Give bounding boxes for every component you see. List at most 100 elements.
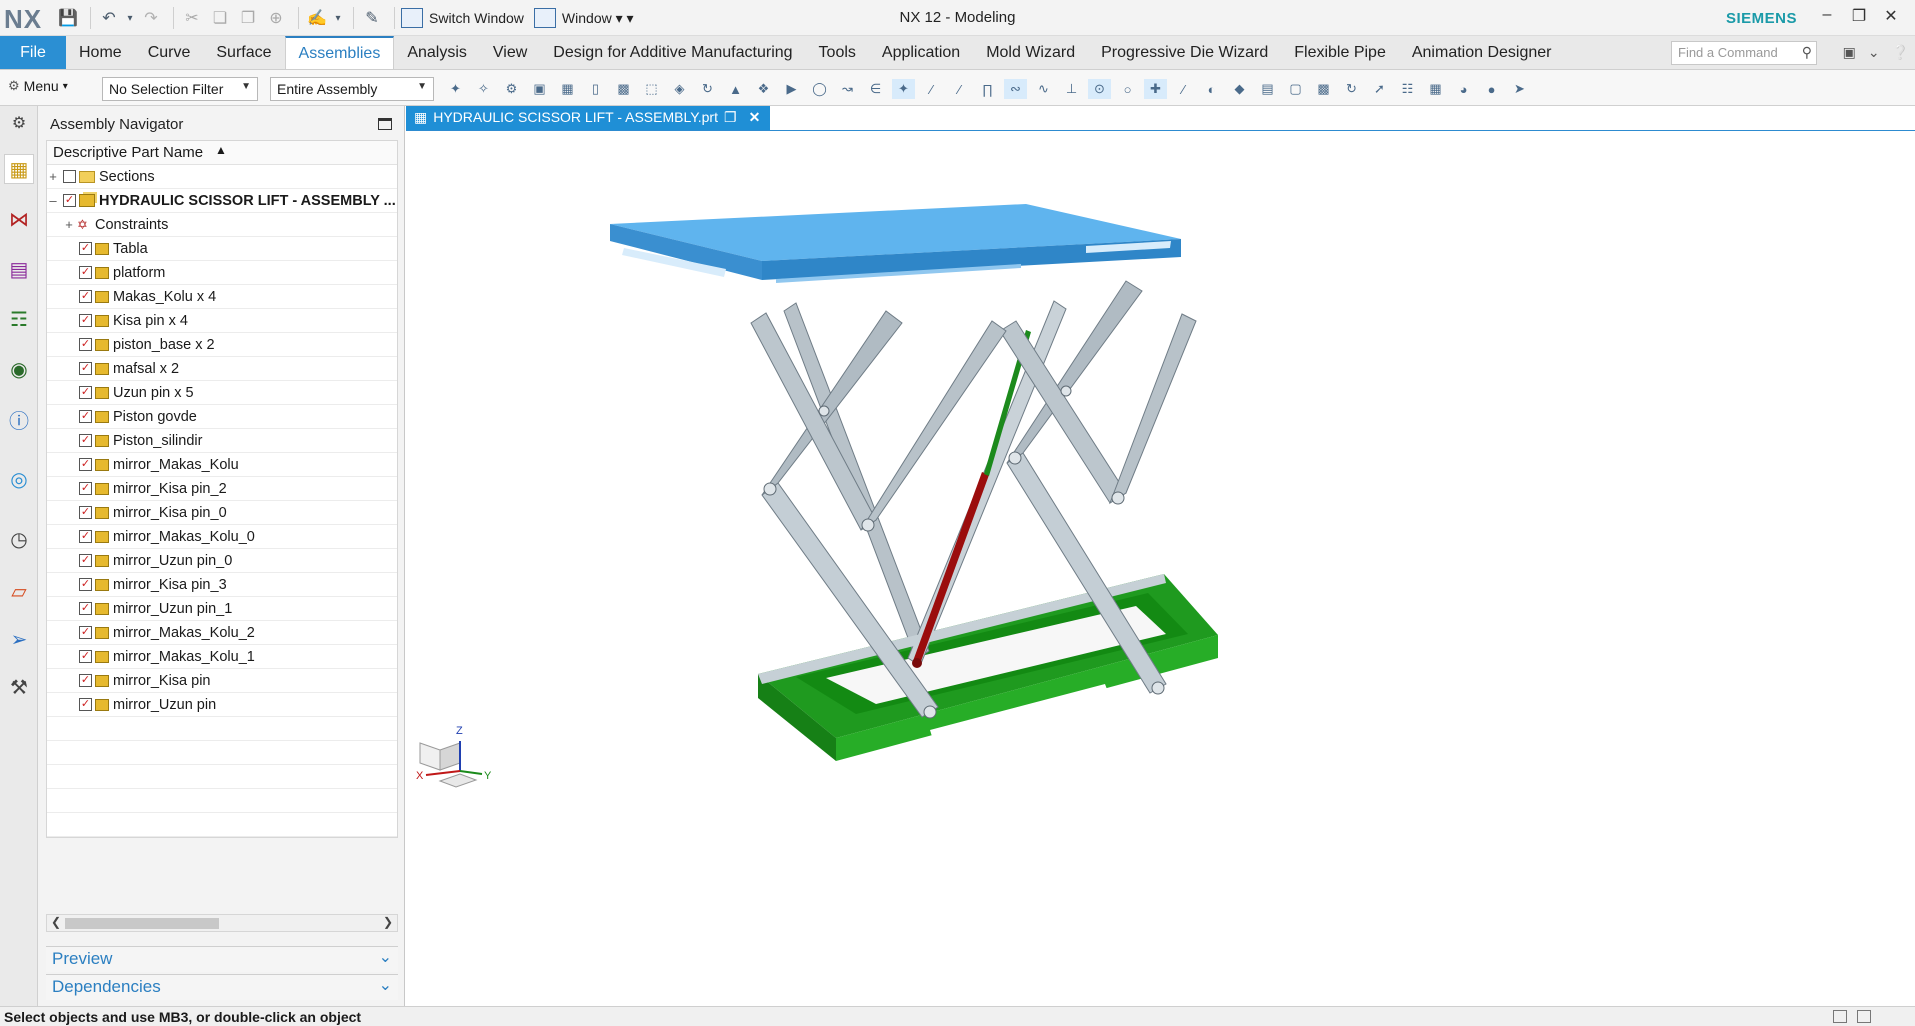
tree-node-assembly[interactable]: – ✓ HYDRAULIC SCISSOR LIFT - ASSEMBLY ..…	[47, 189, 397, 213]
tree-node-part[interactable]: ✓ mirror_Kisa pin_0	[47, 501, 397, 525]
visual-reports-icon[interactable]: ◉	[4, 354, 34, 384]
datum-icon[interactable]: ▶	[780, 79, 803, 99]
endpoint-icon[interactable]: ∕	[920, 79, 943, 99]
switch-window-button[interactable]: Switch Window	[401, 8, 524, 28]
checkbox[interactable]: ✓	[79, 650, 92, 663]
tab-application[interactable]: Application	[869, 36, 973, 69]
constraint-navigator-icon[interactable]: ⋈	[4, 204, 34, 234]
sheet-body-icon[interactable]: ◈	[668, 79, 691, 99]
checkbox[interactable]: ✓	[79, 314, 92, 327]
face-on-icon[interactable]: ◐	[1200, 79, 1223, 99]
tab-tools[interactable]: Tools	[806, 36, 869, 69]
view-orient-icon[interactable]: ▦	[1424, 79, 1447, 99]
rotate-icon[interactable]: ↻	[1340, 79, 1363, 99]
collapse-icon[interactable]: –	[47, 193, 59, 208]
information-icon[interactable]: ⓘ	[4, 404, 34, 434]
expand-icon[interactable]: +	[47, 169, 59, 184]
checkbox[interactable]: ✓	[79, 530, 92, 543]
spline-icon[interactable]: ∾	[1004, 79, 1027, 99]
point-icon[interactable]: ❖	[752, 79, 775, 99]
cross-icon[interactable]: ✚	[1144, 79, 1167, 99]
layer-icon[interactable]: ☷	[1396, 79, 1419, 99]
undo-icon[interactable]: ↶	[97, 7, 121, 29]
tab-mold-wizard[interactable]: Mold Wizard	[973, 36, 1088, 69]
line-icon[interactable]: ∕	[1172, 79, 1195, 99]
dependencies-panel[interactable]: Dependencies ⌄	[46, 974, 398, 1000]
expand-icon[interactable]: +	[63, 217, 75, 232]
checkbox[interactable]: ✓	[79, 338, 92, 351]
tree-node-part[interactable]: ✓ mafsal x 2	[47, 357, 397, 381]
graphics-window[interactable]: Z X Y	[406, 130, 1915, 1006]
repeat-command-icon[interactable]: ⊕	[264, 7, 288, 29]
select-body-icon[interactable]: ▣	[528, 79, 551, 99]
horizontal-scrollbar[interactable]: ❮ ❯	[46, 914, 398, 932]
tree-node-part[interactable]: ✓ Tabla	[47, 237, 397, 261]
arc-center-icon[interactable]: ◯	[808, 79, 831, 99]
role-icon[interactable]: ⚒	[4, 672, 34, 702]
circle-icon[interactable]: ○	[1116, 79, 1139, 99]
render-style-icon[interactable]: ◕	[1452, 79, 1475, 99]
close-tab-icon[interactable]: ✕	[749, 109, 761, 126]
checkbox[interactable]: ✓	[79, 410, 92, 423]
touch-mode-dropdown-icon[interactable]: ▾	[333, 7, 343, 29]
checkbox[interactable]: ✓	[79, 698, 92, 711]
select-feature-icon[interactable]: ⚙	[500, 79, 523, 99]
redo-icon[interactable]: ↷	[139, 7, 163, 29]
model-viewport[interactable]: Z X Y	[406, 131, 1915, 1007]
tree-node-part[interactable]: ✓ platform	[47, 261, 397, 285]
touch-mode-icon[interactable]: ✍	[305, 7, 329, 29]
tree-node-part[interactable]: ✓ Piston_silindir	[47, 429, 397, 453]
graphics-window-tab[interactable]: ▦ HYDRAULIC SCISSOR LIFT - ASSEMBLY.prt …	[406, 106, 771, 130]
component-icon[interactable]: ▩	[612, 79, 635, 99]
window-menu-button[interactable]: Window ▾ ▾	[533, 8, 634, 28]
tangent-icon[interactable]: ↝	[836, 79, 859, 99]
ribbon-display-icon[interactable]: ▣	[1843, 44, 1856, 61]
intersection-icon[interactable]: ∏	[976, 79, 999, 99]
scroll-right-icon[interactable]: ❯	[383, 915, 393, 929]
checkbox[interactable]: ✓	[79, 626, 92, 639]
tab-analysis[interactable]: Analysis	[394, 36, 480, 69]
reuse-library-icon[interactable]: ☶	[4, 304, 34, 334]
scroll-left-icon[interactable]: ❮	[51, 915, 61, 929]
history-icon[interactable]: ◷	[4, 524, 34, 554]
tree-node-part[interactable]: ✓ mirror_Kisa pin_2	[47, 477, 397, 501]
checkbox[interactable]: ✓	[79, 506, 92, 519]
tree-node-part[interactable]: ✓ Makas_Kolu x 4	[47, 285, 397, 309]
tab-assemblies[interactable]: Assemblies	[284, 36, 395, 69]
scrollbar-thumb[interactable]	[65, 918, 219, 929]
tab-surface[interactable]: Surface	[203, 36, 284, 69]
snap-point-icon[interactable]: ✦	[892, 79, 915, 99]
control-point-icon[interactable]: ∕	[948, 79, 971, 99]
tree-node-sections[interactable]: + Sections	[47, 165, 397, 189]
tab-flexible-pipe[interactable]: Flexible Pipe	[1281, 36, 1399, 69]
shaded-icon[interactable]: ●	[1480, 79, 1503, 99]
work-view-icon[interactable]: ➤	[1508, 79, 1531, 99]
tab-view[interactable]: View	[480, 36, 540, 69]
paste-icon[interactable]: ❐	[236, 7, 260, 29]
tree-node-part[interactable]: ✓ mirror_Makas_Kolu_0	[47, 525, 397, 549]
checkbox[interactable]: ✓	[79, 242, 92, 255]
checkbox[interactable]: ✓	[79, 458, 92, 471]
zoom-icon[interactable]: ▩	[1312, 79, 1335, 99]
midpoint-icon[interactable]: ∈	[864, 79, 887, 99]
deselect-icon[interactable]: ✧	[472, 79, 495, 99]
tab-curve[interactable]: Curve	[135, 36, 204, 69]
checkbox[interactable]: ✓	[79, 602, 92, 615]
select-face-icon[interactable]: ▦	[556, 79, 579, 99]
preview-panel[interactable]: Preview ⌄	[46, 946, 398, 972]
general-object-icon[interactable]: ✦	[444, 79, 467, 99]
restore-icon[interactable]: ❐	[1843, 6, 1875, 26]
checkbox[interactable]: ✓	[79, 362, 92, 375]
checkbox[interactable]: ✓	[79, 578, 92, 591]
save-icon[interactable]: 💾	[56, 7, 80, 29]
tree-node-part[interactable]: ✓ mirror_Kisa pin	[47, 669, 397, 693]
checkbox[interactable]: ✓	[79, 674, 92, 687]
checkbox[interactable]: ✓	[79, 290, 92, 303]
find-command-input[interactable]: Find a Command ⚲	[1671, 41, 1817, 65]
tree-node-part[interactable]: ✓ piston_base x 2	[47, 333, 397, 357]
cut-icon[interactable]: ✂	[180, 7, 204, 29]
tree-node-part[interactable]: ✓ mirror_Makas_Kolu_2	[47, 621, 397, 645]
tree-node-part[interactable]: ✓ mirror_Kisa pin_3	[47, 573, 397, 597]
selection-scope-dropdown[interactable]: Entire Assembly ▼	[270, 77, 434, 101]
checkbox[interactable]: ✓	[79, 266, 92, 279]
